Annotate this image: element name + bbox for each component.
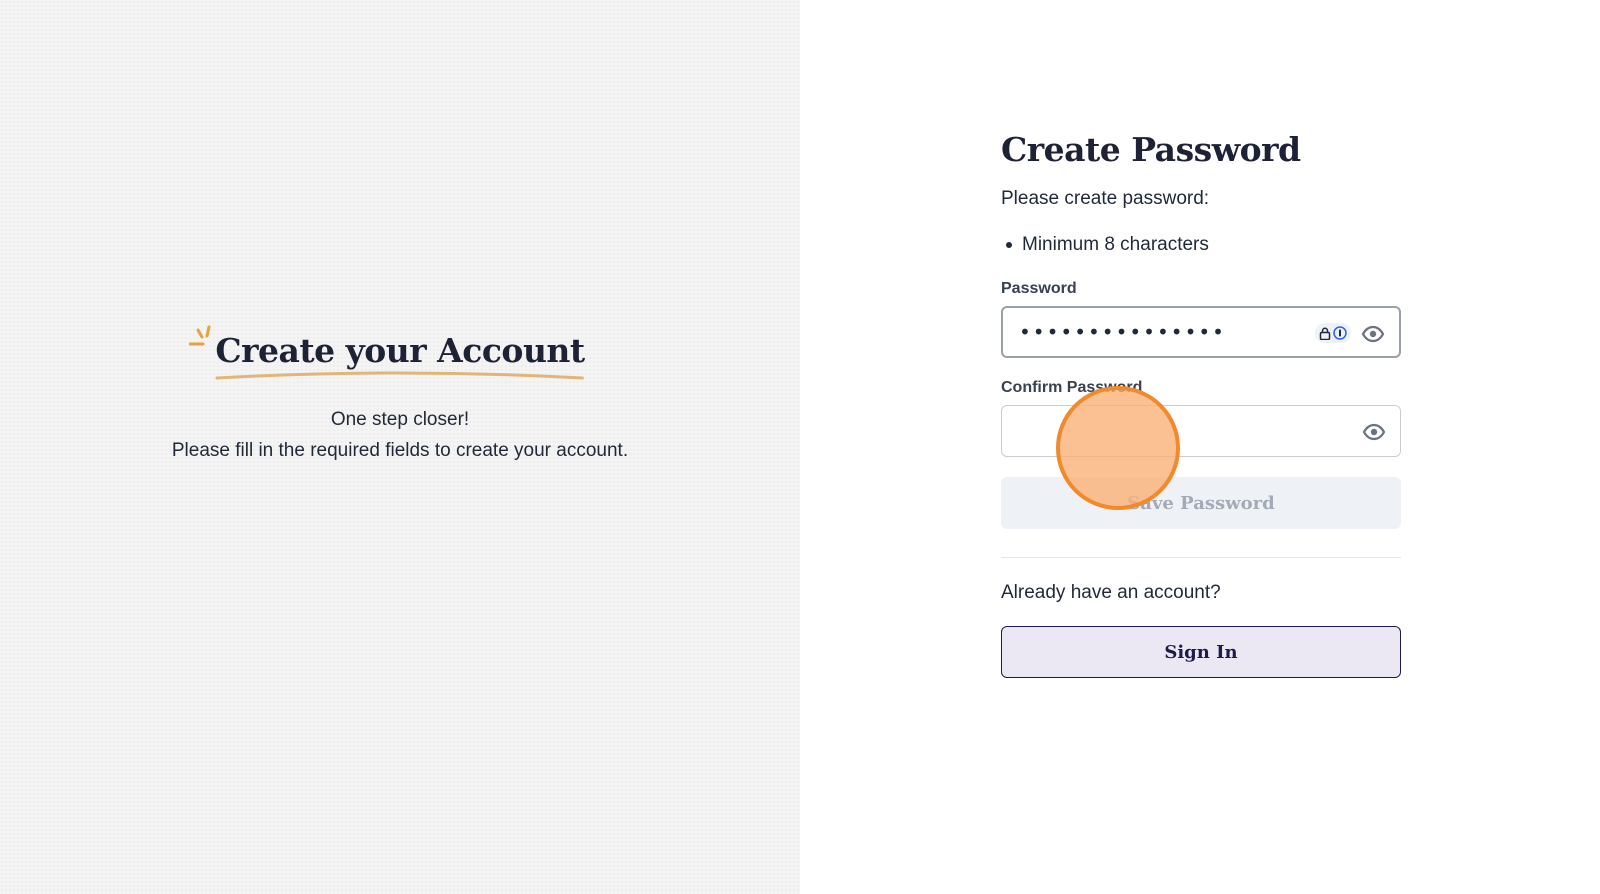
form-title: Create Password <box>1001 130 1301 169</box>
eye-icon[interactable] <box>1361 322 1385 346</box>
requirements-list: Minimum 8 characters <box>1001 232 1401 258</box>
divider <box>1001 557 1401 558</box>
instructions-text: Please create password: <box>1001 188 1210 209</box>
onepassword-icon <box>1333 326 1347 340</box>
lock-icon <box>1319 327 1331 340</box>
left-panel: Create your Account One step closer! Ple… <box>0 0 800 894</box>
requirement-item: Minimum 8 characters <box>1001 232 1401 258</box>
hero-section: Create your Account One step closer! Ple… <box>0 325 800 466</box>
hero-title-wrap: Create your Account <box>189 325 585 382</box>
sparkle-icon <box>189 325 211 346</box>
sign-in-button[interactable]: Sign In <box>1001 626 1401 678</box>
already-account-text: Already have an account? <box>1001 582 1221 603</box>
eye-icon[interactable] <box>1362 420 1386 444</box>
password-manager-icon[interactable] <box>1315 323 1351 343</box>
right-panel: Create Password Please create password: … <box>800 0 1600 894</box>
hero-title: Create your Account <box>215 331 585 370</box>
confirm-password-label: Confirm Password <box>1001 379 1143 396</box>
password-label: Password <box>1001 280 1077 297</box>
subtitle-line-1: One step closer! <box>330 409 470 430</box>
subtitle-line-2: Please fill in the required fields to cr… <box>171 440 629 461</box>
bullet-icon <box>1006 242 1012 248</box>
create-password-form: Create Password Please create password: … <box>1001 128 1401 678</box>
confirm-password-field[interactable] <box>1001 405 1401 457</box>
requirement-text: Minimum 8 characters <box>1022 234 1209 255</box>
title-underline <box>215 371 585 380</box>
password-field[interactable]: ••••••••••••••• <box>1001 306 1401 358</box>
hero-subtitle: One step closer! Please fill in the requ… <box>0 404 800 466</box>
save-password-button[interactable]: Save Password <box>1001 477 1401 529</box>
password-value[interactable]: ••••••••••••••• <box>1003 320 1226 344</box>
